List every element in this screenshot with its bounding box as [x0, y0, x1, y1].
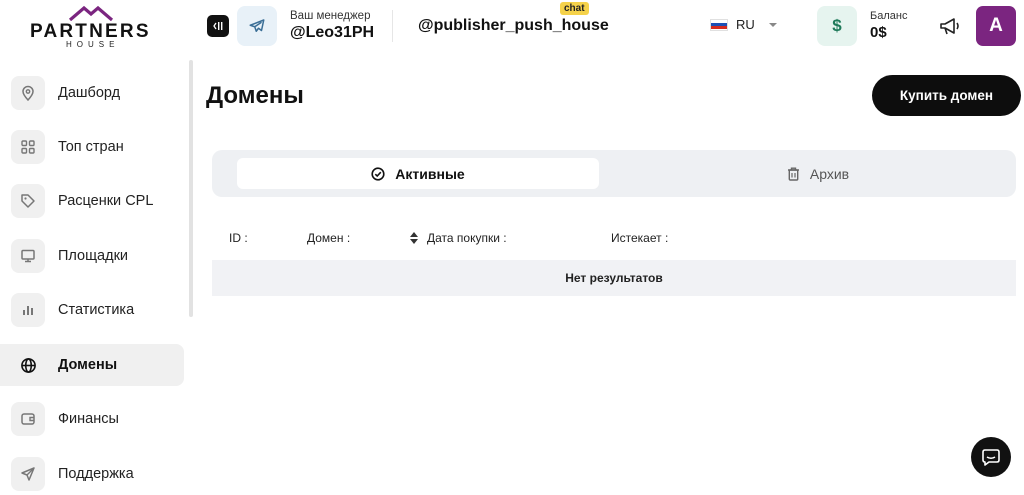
sidebar-item-label: Расценки CPL [58, 193, 154, 209]
telegram-button[interactable] [237, 6, 277, 46]
sidebar-item-label: Площадки [58, 248, 129, 264]
tab-label: Архив [809, 165, 850, 182]
chat-badge: chat [560, 2, 589, 15]
sidebar-item-dashboard[interactable]: Дашборд [0, 72, 184, 114]
language-code: RU [736, 17, 755, 32]
flag-ru-icon [710, 18, 728, 31]
sidebar-item-finance[interactable]: Финансы [0, 398, 184, 440]
bar-chart-icon [11, 293, 45, 327]
balance-label: Баланс [870, 10, 908, 22]
logo-subtitle: HOUSE [66, 40, 120, 49]
globe-icon [11, 348, 45, 382]
language-selector[interactable]: RU [710, 17, 755, 32]
buy-domain-button[interactable]: Купить домен [872, 75, 1021, 116]
partners-house-logo[interactable]: PARTNERS HOUSE [28, 4, 158, 50]
sidebar-item-domains[interactable]: Домены [0, 344, 184, 386]
check-circle-icon [371, 166, 385, 181]
megaphone-icon[interactable] [938, 15, 962, 37]
monitor-icon [11, 239, 45, 273]
sidebar-toggle-icon [213, 22, 223, 30]
grid-icon [11, 130, 45, 164]
sidebar-item-top-countries[interactable]: Топ стран [0, 126, 184, 168]
table-header: ID : Домен : Дата покупки : Истекает : [212, 231, 1016, 247]
sidebar-item-label: Дашборд [58, 85, 121, 101]
empty-state-row: Нет результатов [212, 260, 1016, 296]
tab-label: Активные [395, 165, 465, 182]
balance-value: 0$ [870, 24, 887, 41]
sidebar-item-label: Топ стран [58, 139, 124, 155]
manager-name-link[interactable]: @Leo31PH [290, 24, 374, 42]
top-header: PARTNERS HOUSE Ваш менеджер @Leo31PH @pu… [0, 0, 1024, 54]
map-pin-icon [11, 76, 45, 110]
wallet-icon [11, 402, 45, 436]
tab-archive[interactable]: Архив [642, 158, 994, 189]
sidebar-item-label: Финансы [58, 411, 119, 427]
send-icon [11, 457, 45, 491]
sidebar-item-sites[interactable]: Площадки [0, 235, 184, 277]
sidebar-toggle-button[interactable] [207, 15, 229, 37]
sidebar-scrollbar[interactable] [189, 60, 193, 317]
page-title: Домены [206, 82, 304, 109]
user-avatar[interactable]: A [976, 6, 1016, 46]
sidebar-item-support[interactable]: Поддержка [0, 453, 184, 495]
chat-bubble-icon [982, 449, 1000, 466]
tab-active[interactable]: Активные [237, 158, 599, 189]
sidebar-item-cpl-rates[interactable]: Расценки CPL [0, 180, 184, 222]
column-header-id[interactable]: ID : [229, 231, 248, 245]
column-header-domain[interactable]: Домен : [307, 231, 350, 245]
balance-button[interactable]: $ [817, 6, 857, 46]
sidebar-item-label: Статистика [58, 302, 135, 318]
sidebar-item-statistics[interactable]: Статистика [0, 289, 184, 331]
telegram-icon [249, 19, 265, 32]
chat-link[interactable]: @publisher_push_house [418, 17, 609, 35]
chevron-down-icon[interactable] [768, 21, 778, 29]
logo-roof-icon [68, 5, 114, 21]
sort-icon[interactable] [410, 232, 418, 244]
sidebar-item-label: Домены [58, 357, 118, 373]
header-divider [392, 10, 393, 42]
domain-tabs: Активные Архив [212, 150, 1016, 197]
trash-icon [787, 167, 799, 181]
support-chat-button[interactable] [971, 437, 1011, 477]
dollar-icon: $ [832, 16, 842, 35]
column-header-purchase-date[interactable]: Дата покупки : [427, 231, 507, 245]
sidebar-item-label: Поддержка [58, 466, 134, 482]
column-header-expires[interactable]: Истекает : [611, 231, 668, 245]
tag-icon [11, 184, 45, 218]
manager-label: Ваш менеджер [290, 10, 371, 22]
